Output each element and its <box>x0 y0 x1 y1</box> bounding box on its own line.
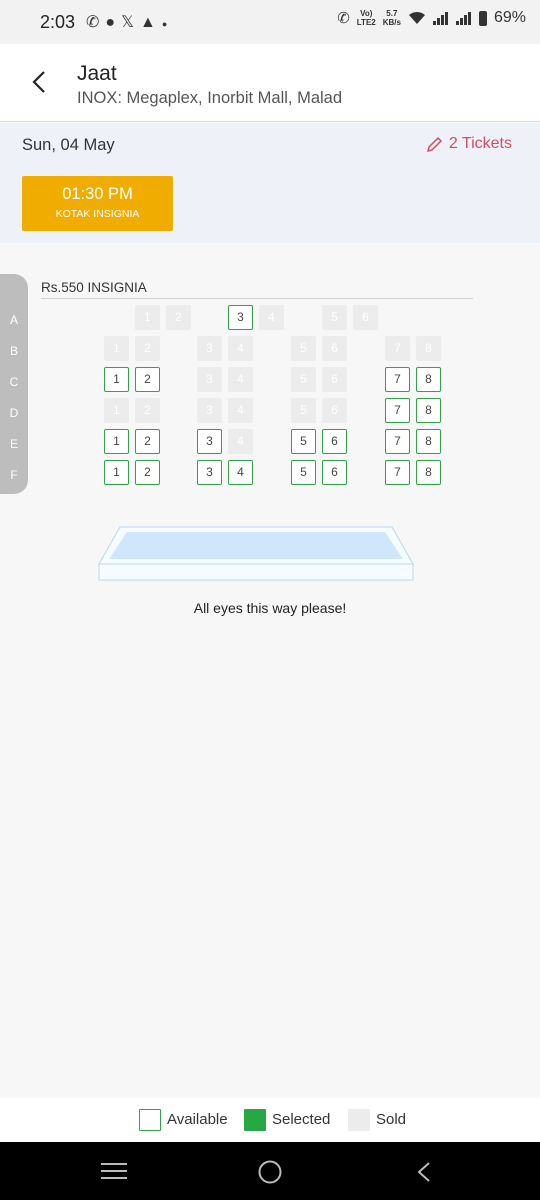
more-dot-icon: ● <box>161 19 174 29</box>
seat-f5[interactable]: 5 <box>291 460 316 485</box>
seat-b2[interactable]: 2 <box>135 336 160 361</box>
seat-c8[interactable]: 8 <box>416 367 441 392</box>
show-info-band: Sun, 04 May 2 Tickets 01:30 PM KOTAK INS… <box>0 123 540 243</box>
cinema-screen <box>98 526 414 581</box>
legend-selected-swatch <box>244 1109 266 1131</box>
status-time: 2:03 <box>40 12 76 32</box>
row-label: A <box>9 313 18 327</box>
seat-f4[interactable]: 4 <box>228 460 253 485</box>
screen-caption: All eyes this way please! <box>193 600 347 616</box>
seat-a3[interactable]: 3 <box>228 305 253 330</box>
seat-e4[interactable]: 4 <box>228 429 253 454</box>
seat-d3[interactable]: 3 <box>197 398 222 423</box>
legend-available-swatch <box>139 1109 161 1131</box>
seat-f3[interactable]: 3 <box>197 460 222 485</box>
seat-e7[interactable]: 7 <box>385 429 410 454</box>
pencil-icon <box>426 136 442 152</box>
seat-c1[interactable]: 1 <box>104 367 129 392</box>
back-chevron-icon[interactable] <box>414 1160 434 1184</box>
seat-b1[interactable]: 1 <box>104 336 129 361</box>
chevron-left-icon <box>32 71 45 93</box>
price-divider <box>41 298 473 299</box>
whatsapp-icon: ✆ <box>86 14 106 31</box>
seat-f7[interactable]: 7 <box>385 460 410 485</box>
legend-available-label: Available <box>167 1111 228 1128</box>
seat-f8[interactable]: 8 <box>416 460 441 485</box>
seat-b8[interactable]: 8 <box>416 336 441 361</box>
seat-b3[interactable]: 3 <box>197 336 222 361</box>
row-label: D <box>9 406 19 420</box>
seat-c2[interactable]: 2 <box>135 367 160 392</box>
edit-tickets-button[interactable]: 2 Tickets <box>426 135 512 153</box>
seat-b7[interactable]: 7 <box>385 336 410 361</box>
volte-indicator: Vo) LTE2 <box>356 9 376 27</box>
row-label: C <box>9 375 19 389</box>
signal-icon <box>432 12 448 25</box>
show-date: Sun, 04 May <box>22 136 115 154</box>
seat-e5[interactable]: 5 <box>291 429 316 454</box>
seat-b4[interactable]: 4 <box>228 336 253 361</box>
seat-e2[interactable]: 2 <box>135 429 160 454</box>
row-label: F <box>10 468 18 482</box>
venue-name: INOX: Megaplex, Inorbit Mall, Malad <box>77 89 343 107</box>
seat-legend: Available Selected Sold <box>0 1098 540 1142</box>
net-speed: 5.7 KB/s <box>382 9 401 27</box>
seat-a6[interactable]: 6 <box>353 305 378 330</box>
app-icon: ▲ <box>139 14 162 31</box>
battery-percent: 69% <box>493 9 526 26</box>
legend-selected-label: Selected <box>272 1111 331 1128</box>
row-label: E <box>9 437 18 451</box>
movie-title: Jaat <box>77 62 117 85</box>
seat-c4[interactable]: 4 <box>228 367 253 392</box>
price-category-label: Rs.550 INSIGNIA <box>41 280 147 295</box>
notification-icons: ✆●𝕏▲● <box>86 12 173 32</box>
app-header: Jaat INOX: Megaplex, Inorbit Mall, Malad <box>0 44 540 122</box>
seat-f1[interactable]: 1 <box>104 460 129 485</box>
seat-b5[interactable]: 5 <box>291 336 316 361</box>
seat-d5[interactable]: 5 <box>291 398 316 423</box>
seat-d7[interactable]: 7 <box>385 398 410 423</box>
showtime-button[interactable]: 01:30 PM KOTAK INSIGNIA <box>22 176 173 231</box>
seat-d8[interactable]: 8 <box>416 398 441 423</box>
seat-f6[interactable]: 6 <box>322 460 347 485</box>
showtime-format: KOTAK INSIGNIA <box>55 208 140 220</box>
seat-c5[interactable]: 5 <box>291 367 316 392</box>
home-circle-icon[interactable] <box>257 1159 283 1185</box>
signal-icon-2 <box>455 12 471 25</box>
seat-d1[interactable]: 1 <box>104 398 129 423</box>
row-label: B <box>9 344 18 358</box>
seat-a5[interactable]: 5 <box>322 305 347 330</box>
seat-b6[interactable]: 6 <box>322 336 347 361</box>
seat-f2[interactable]: 2 <box>135 460 160 485</box>
seat-a1[interactable]: 1 <box>135 305 160 330</box>
seat-d4[interactable]: 4 <box>228 398 253 423</box>
battery-icon <box>478 10 487 26</box>
back-button[interactable] <box>24 64 56 100</box>
seat-e1[interactable]: 1 <box>104 429 129 454</box>
system-icons: ✆ Vo) LTE2 5.7 KB/s 69% <box>337 9 526 27</box>
menu-icon[interactable] <box>101 1161 127 1181</box>
seat-d6[interactable]: 6 <box>322 398 347 423</box>
seat-c7[interactable]: 7 <box>385 367 410 392</box>
status-bar: 2:03 ✆●𝕏▲● ✆ Vo) LTE2 5.7 KB/s 69% <box>0 0 540 44</box>
seat-e6[interactable]: 6 <box>322 429 347 454</box>
seat-a2[interactable]: 2 <box>166 305 191 330</box>
tickets-count: 2 Tickets <box>448 135 512 152</box>
row-label-rail: A B C D E F <box>0 274 28 494</box>
seat-e8[interactable]: 8 <box>416 429 441 454</box>
system-nav-bar <box>0 1142 540 1200</box>
legend-sold-label: Sold <box>376 1111 407 1128</box>
showtime-time: 01:30 PM <box>62 185 133 203</box>
seat-e3[interactable]: 3 <box>197 429 222 454</box>
seat-c6[interactable]: 6 <box>322 367 347 392</box>
x-icon: 𝕏 <box>121 14 140 31</box>
seat-a4[interactable]: 4 <box>259 305 284 330</box>
wifi-icon <box>408 11 425 24</box>
seat-d2[interactable]: 2 <box>135 398 160 423</box>
seat-c3[interactable]: 3 <box>197 367 222 392</box>
legend-sold-swatch <box>348 1109 370 1131</box>
call-icon: ✆ <box>337 10 350 27</box>
chat-icon: ● <box>105 14 122 31</box>
